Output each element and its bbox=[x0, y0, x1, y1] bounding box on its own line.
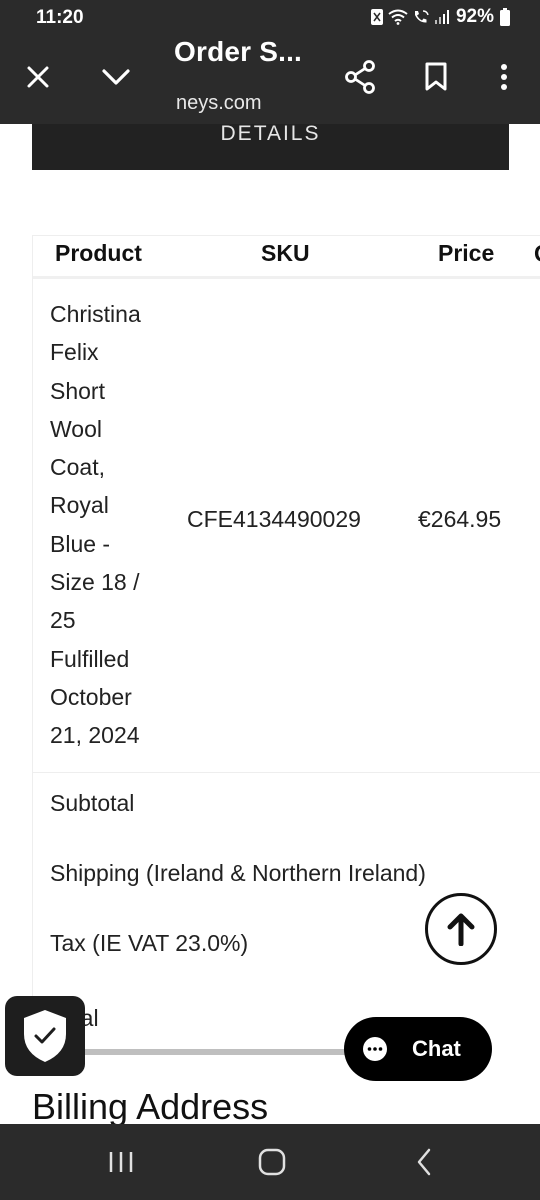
arrow-up-icon bbox=[447, 913, 475, 946]
bookmark-button[interactable] bbox=[412, 53, 460, 101]
share-icon bbox=[345, 60, 375, 94]
product-text-line: Blue - bbox=[50, 530, 111, 557]
recent-apps-icon bbox=[109, 1152, 133, 1172]
header-price: Price bbox=[438, 240, 495, 266]
home-button[interactable] bbox=[248, 1142, 296, 1182]
page-url[interactable]: neys.com bbox=[176, 92, 262, 115]
battery-icon bbox=[500, 8, 510, 26]
subtotal-label: Subtotal bbox=[50, 790, 135, 816]
header-quantity: Q bbox=[534, 240, 540, 267]
signal-icon bbox=[434, 10, 449, 24]
close-tab-button[interactable] bbox=[14, 53, 62, 101]
home-icon bbox=[258, 1148, 286, 1176]
close-icon bbox=[27, 66, 49, 88]
tax-label: Tax (IE VAT 23.0%) bbox=[50, 930, 249, 956]
details-button[interactable]: DETAILS bbox=[32, 124, 509, 170]
product-text-line: Wool bbox=[50, 415, 102, 442]
billing-address-heading: Billing Address bbox=[32, 1086, 269, 1124]
product-text-line: Felix bbox=[50, 339, 99, 366]
product-text-line: October bbox=[50, 683, 132, 710]
security-badge[interactable] bbox=[5, 996, 85, 1076]
status-indicators: 92% bbox=[370, 6, 510, 28]
wifi-icon bbox=[388, 9, 408, 25]
back-button[interactable] bbox=[400, 1142, 448, 1182]
product-text-line: Short bbox=[50, 377, 105, 404]
price-cell: €264.95 bbox=[418, 506, 502, 532]
more-vert-icon bbox=[501, 64, 507, 90]
details-button-label: DETAILS bbox=[220, 124, 321, 145]
share-button[interactable] bbox=[336, 53, 384, 101]
status-bar: 11:20 92% bbox=[0, 0, 540, 36]
chevron-down-icon bbox=[102, 69, 130, 85]
table-header-row: Product SKU Price Q bbox=[33, 235, 540, 279]
status-time: 11:20 bbox=[36, 7, 84, 28]
browser-toolbar: Order S... neys.com bbox=[0, 36, 540, 124]
wifi-calling-icon bbox=[414, 10, 429, 23]
table-row: Christina Felix Short Wool Coat, Royal B… bbox=[33, 279, 540, 773]
sku-cell: CFE4134490029 bbox=[187, 506, 361, 532]
product-text-line: Size 18 / bbox=[50, 569, 140, 596]
chat-button[interactable]: Chat bbox=[344, 1017, 492, 1081]
product-name-cell[interactable]: Christina Felix Short Wool Coat, Royal B… bbox=[50, 295, 170, 755]
system-navigation-bar bbox=[0, 1124, 540, 1200]
bookmark-icon bbox=[425, 62, 447, 91]
page-content: DETAILS Product SKU Price Q Christina Fe… bbox=[0, 124, 540, 1124]
product-text-line: Royal bbox=[50, 492, 109, 519]
shipping-label: Shipping (Ireland & Northern Ireland) bbox=[50, 860, 426, 886]
product-text-line: Coat, bbox=[50, 454, 105, 481]
minimize-button[interactable] bbox=[92, 53, 140, 101]
chat-bubble-icon bbox=[362, 1036, 388, 1062]
header-product: Product bbox=[55, 240, 142, 266]
nfc-icon bbox=[370, 9, 383, 25]
header-sku: SKU bbox=[261, 240, 310, 266]
back-icon bbox=[417, 1148, 431, 1176]
status-icons bbox=[370, 8, 450, 26]
page-title: Order S... bbox=[174, 36, 303, 67]
shield-check-icon bbox=[24, 1010, 66, 1062]
product-text-line: 21, 2024 bbox=[50, 722, 140, 749]
back-to-top-button[interactable] bbox=[425, 893, 497, 965]
recent-apps-button[interactable] bbox=[97, 1142, 145, 1182]
battery-percent: 92% bbox=[455, 6, 494, 27]
more-options-button[interactable] bbox=[480, 53, 528, 101]
product-text-line: 25 bbox=[50, 607, 76, 634]
scrollbar-thumb[interactable] bbox=[80, 1049, 360, 1055]
product-text-line: Christina bbox=[50, 301, 141, 327]
chat-button-label: Chat bbox=[412, 1036, 461, 1061]
product-text-line: Fulfilled bbox=[50, 645, 130, 672]
